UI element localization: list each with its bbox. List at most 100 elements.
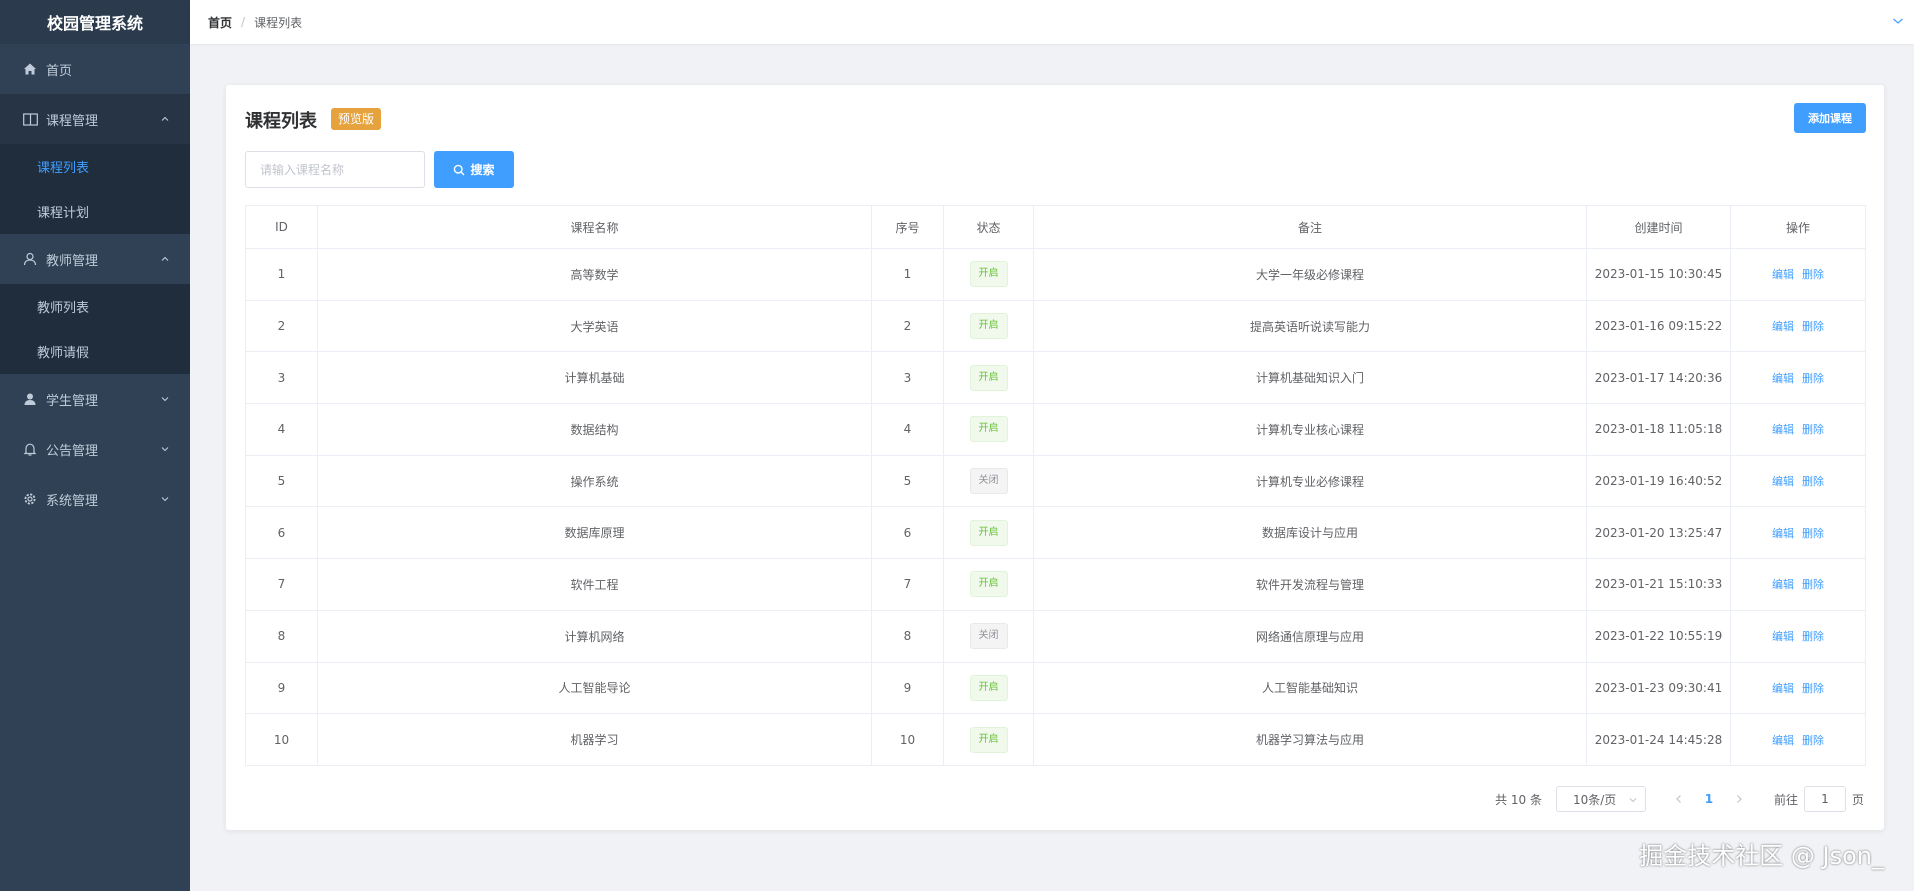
sidebar-item-label: 公告管理 <box>46 443 99 459</box>
bell-icon <box>22 441 38 457</box>
table-header-row: ID 课程名称 序号 状态 备注 创建时间 操作 <box>245 205 1866 249</box>
cell-created-time: 2023-01-24 14:45:28 <box>1586 713 1731 766</box>
delete-button[interactable]: 删除 <box>1802 630 1824 643</box>
preview-badge: 预览版 <box>331 108 382 130</box>
edit-button[interactable]: 编辑 <box>1772 372 1794 385</box>
sidebar-item-label: 首页 <box>46 63 73 79</box>
edit-button[interactable]: 编辑 <box>1772 320 1794 333</box>
cell-created-time: 2023-01-19 16:40:52 <box>1586 454 1731 508</box>
cell-created-time: 2023-01-18 11:05:18 <box>1586 403 1731 456</box>
cell-actions: 编辑 删除 <box>1730 248 1866 301</box>
cell-id: 4 <box>245 403 318 456</box>
sidebar-item-label: 教师管理 <box>46 253 99 269</box>
cell-seq: 6 <box>871 506 944 560</box>
delete-button[interactable]: 删除 <box>1802 682 1824 695</box>
cell-course-name: 大学英语 <box>317 299 872 353</box>
cell-note: 人工智能基础知识 <box>1033 661 1587 715</box>
edit-button[interactable]: 编辑 <box>1772 268 1794 281</box>
sidebar-item-teacher-mgmt[interactable]: 教师管理 <box>0 234 190 284</box>
add-course-button[interactable]: 添加课程 <box>1794 103 1866 133</box>
status-badge: 开启 <box>969 313 1008 340</box>
course-list-card: 课程列表 预览版 添加课程 搜索 ID 课程名称 序号 状态 备注 创建时间 操… <box>226 85 1884 830</box>
table-row: 7 软件工程 7 开启 软件开发流程与管理 2023-01-21 15:10:33 编辑 删除 <box>245 558 1866 611</box>
edit-button[interactable]: 编辑 <box>1772 527 1794 540</box>
search-button[interactable]: 搜索 <box>434 151 514 188</box>
cell-status: 开启 <box>943 299 1034 353</box>
next-page-button[interactable] <box>1724 786 1754 812</box>
edit-button[interactable]: 编辑 <box>1772 578 1794 591</box>
sidebar-item-teacher-leave[interactable]: 教师请假 <box>0 329 190 374</box>
chevron-down-icon[interactable] <box>1892 16 1904 26</box>
delete-button[interactable]: 删除 <box>1802 578 1824 591</box>
column-header-id: ID <box>245 205 318 249</box>
gear-icon <box>22 491 38 507</box>
edit-button[interactable]: 编辑 <box>1772 475 1794 488</box>
cell-created-time: 2023-01-22 10:55:19 <box>1586 609 1731 663</box>
table-body: 1 高等数学 1 开启 大学一年级必修课程 2023-01-15 10:30:45 编辑 删除… <box>245 248 1866 766</box>
page-number-current[interactable]: 1 <box>1694 792 1724 806</box>
sidebar-item-student-mgmt[interactable]: 学生管理 <box>0 374 190 424</box>
cell-status: 开启 <box>943 558 1034 611</box>
cell-course-name: 数据结构 <box>317 403 872 456</box>
edit-button[interactable]: 编辑 <box>1772 423 1794 436</box>
delete-button[interactable]: 删除 <box>1802 734 1824 747</box>
column-header-note: 备注 <box>1033 205 1587 249</box>
sidebar-item-course-mgmt[interactable]: 课程管理 <box>0 94 190 144</box>
cell-note: 计算机基础知识入门 <box>1033 351 1587 405</box>
sidebar-item-teacher-list[interactable]: 教师列表 <box>0 284 190 329</box>
page-size-select[interactable]: 10条/页 <box>1555 786 1646 812</box>
table-row: 9 人工智能导论 9 开启 人工智能基础知识 2023-01-23 09:30:41 编辑删… <box>245 661 1866 715</box>
edit-button[interactable]: 编辑 <box>1772 630 1794 643</box>
column-header-created: 创建时间 <box>1586 205 1731 249</box>
cell-status: 关闭 <box>943 609 1034 663</box>
delete-button[interactable]: 删除 <box>1802 527 1824 540</box>
sidebar-item-course-list[interactable]: 课程列表 <box>0 144 190 189</box>
cell-id: 2 <box>245 299 318 353</box>
goto-page-input[interactable] <box>1803 786 1846 812</box>
goto-label: 前往 <box>1773 792 1798 807</box>
cell-seq: 2 <box>871 299 944 353</box>
delete-button[interactable]: 删除 <box>1802 475 1824 488</box>
breadcrumb-home[interactable]: 首页 <box>208 14 232 31</box>
edit-button[interactable]: 编辑 <box>1772 682 1794 695</box>
sidebar-item-system-mgmt[interactable]: 系统管理 <box>0 474 190 524</box>
table-row: 5 操作系统 5 关闭 计算机专业必修课程 2023-01-19 16:40:52 编辑 删除 <box>245 454 1866 508</box>
cell-actions: 编辑 删除 <box>1730 454 1866 508</box>
sidebar-item-home[interactable]: 首页 <box>0 44 190 94</box>
search-input[interactable] <box>245 151 425 188</box>
cell-actions: 编辑 删除 <box>1730 299 1866 353</box>
cell-id: 5 <box>245 454 318 508</box>
chevron-down-icon <box>161 497 169 502</box>
breadcrumb-separator: / <box>241 15 246 29</box>
sidebar: 校园管理系统 首页 课程管理 课程列表 课程计划 教师管理 教师列表 教师请假 … <box>0 0 190 891</box>
cell-seq: 8 <box>871 609 944 663</box>
sidebar-item-course-plan[interactable]: 课程计划 <box>0 189 190 234</box>
cell-seq: 7 <box>871 558 944 611</box>
status-badge: 开启 <box>969 571 1008 598</box>
page-title: 课程列表 <box>245 111 317 132</box>
cell-created-time: 2023-01-23 09:30:41 <box>1586 661 1731 715</box>
edit-button[interactable]: 编辑 <box>1772 734 1794 747</box>
column-header-seq: 序号 <box>871 205 944 249</box>
cell-created-time: 2023-01-21 15:10:33 <box>1586 558 1731 611</box>
delete-button[interactable]: 删除 <box>1802 268 1824 281</box>
cell-note: 软件开发流程与管理 <box>1033 558 1587 611</box>
breadcrumb-current: 课程列表 <box>254 15 303 30</box>
status-badge: 关闭 <box>969 468 1008 495</box>
cell-id: 6 <box>245 506 318 560</box>
cell-actions: 编辑 删除 <box>1730 403 1866 456</box>
pagination-total: 共 10 条 <box>1495 792 1542 807</box>
breadcrumb: 首页 / 课程列表 <box>208 14 302 31</box>
sidebar-item-label: 课程管理 <box>46 113 99 129</box>
cell-id: 10 <box>245 713 318 766</box>
delete-button[interactable]: 删除 <box>1802 372 1824 385</box>
cell-actions: 编辑 删除 <box>1730 713 1866 766</box>
delete-button[interactable]: 删除 <box>1802 423 1824 436</box>
delete-button[interactable]: 删除 <box>1802 320 1824 333</box>
prev-page-button[interactable] <box>1664 786 1694 812</box>
cell-note: 计算机专业核心课程 <box>1033 403 1587 456</box>
sidebar-item-notice-mgmt[interactable]: 公告管理 <box>0 424 190 474</box>
cell-id: 1 <box>245 248 318 301</box>
cell-seq: 3 <box>871 351 944 405</box>
cell-seq: 9 <box>871 661 944 715</box>
